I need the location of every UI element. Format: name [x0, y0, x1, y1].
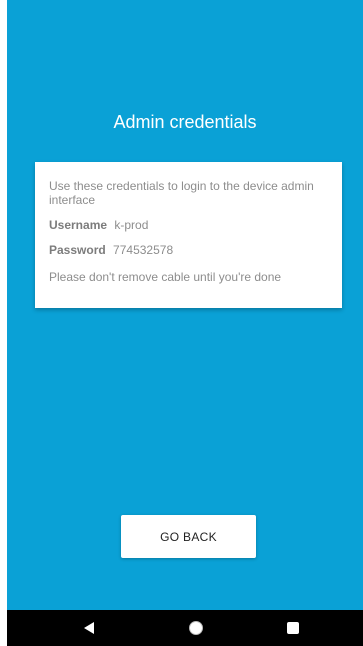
- username-value: k-prod: [114, 218, 149, 232]
- back-icon: [84, 622, 94, 634]
- recent-apps-icon: [287, 622, 299, 634]
- password-label: Password: [49, 243, 106, 257]
- home-icon: [189, 621, 203, 635]
- phone-frame: Admin credentials Use these credentials …: [7, 0, 363, 646]
- go-back-button[interactable]: GO BACK: [121, 515, 256, 558]
- nav-recent-apps-button[interactable]: [268, 610, 318, 646]
- password-value: 774532578: [113, 243, 174, 257]
- password-row: Password 774532578: [49, 243, 328, 257]
- username-row: Username k-prod: [49, 218, 328, 232]
- nav-back-button[interactable]: [64, 610, 114, 646]
- credentials-screen: Admin credentials Use these credentials …: [7, 0, 363, 610]
- cable-note: Please don't remove cable until you're d…: [49, 270, 282, 284]
- page-title: Admin credentials: [113, 112, 257, 132]
- credentials-intro: Use these credentials to login to the de…: [49, 179, 314, 207]
- credentials-card: Use these credentials to login to the de…: [35, 162, 342, 308]
- nav-home-button[interactable]: [171, 610, 221, 646]
- system-navigation-bar: [7, 610, 363, 646]
- username-label: Username: [49, 218, 108, 232]
